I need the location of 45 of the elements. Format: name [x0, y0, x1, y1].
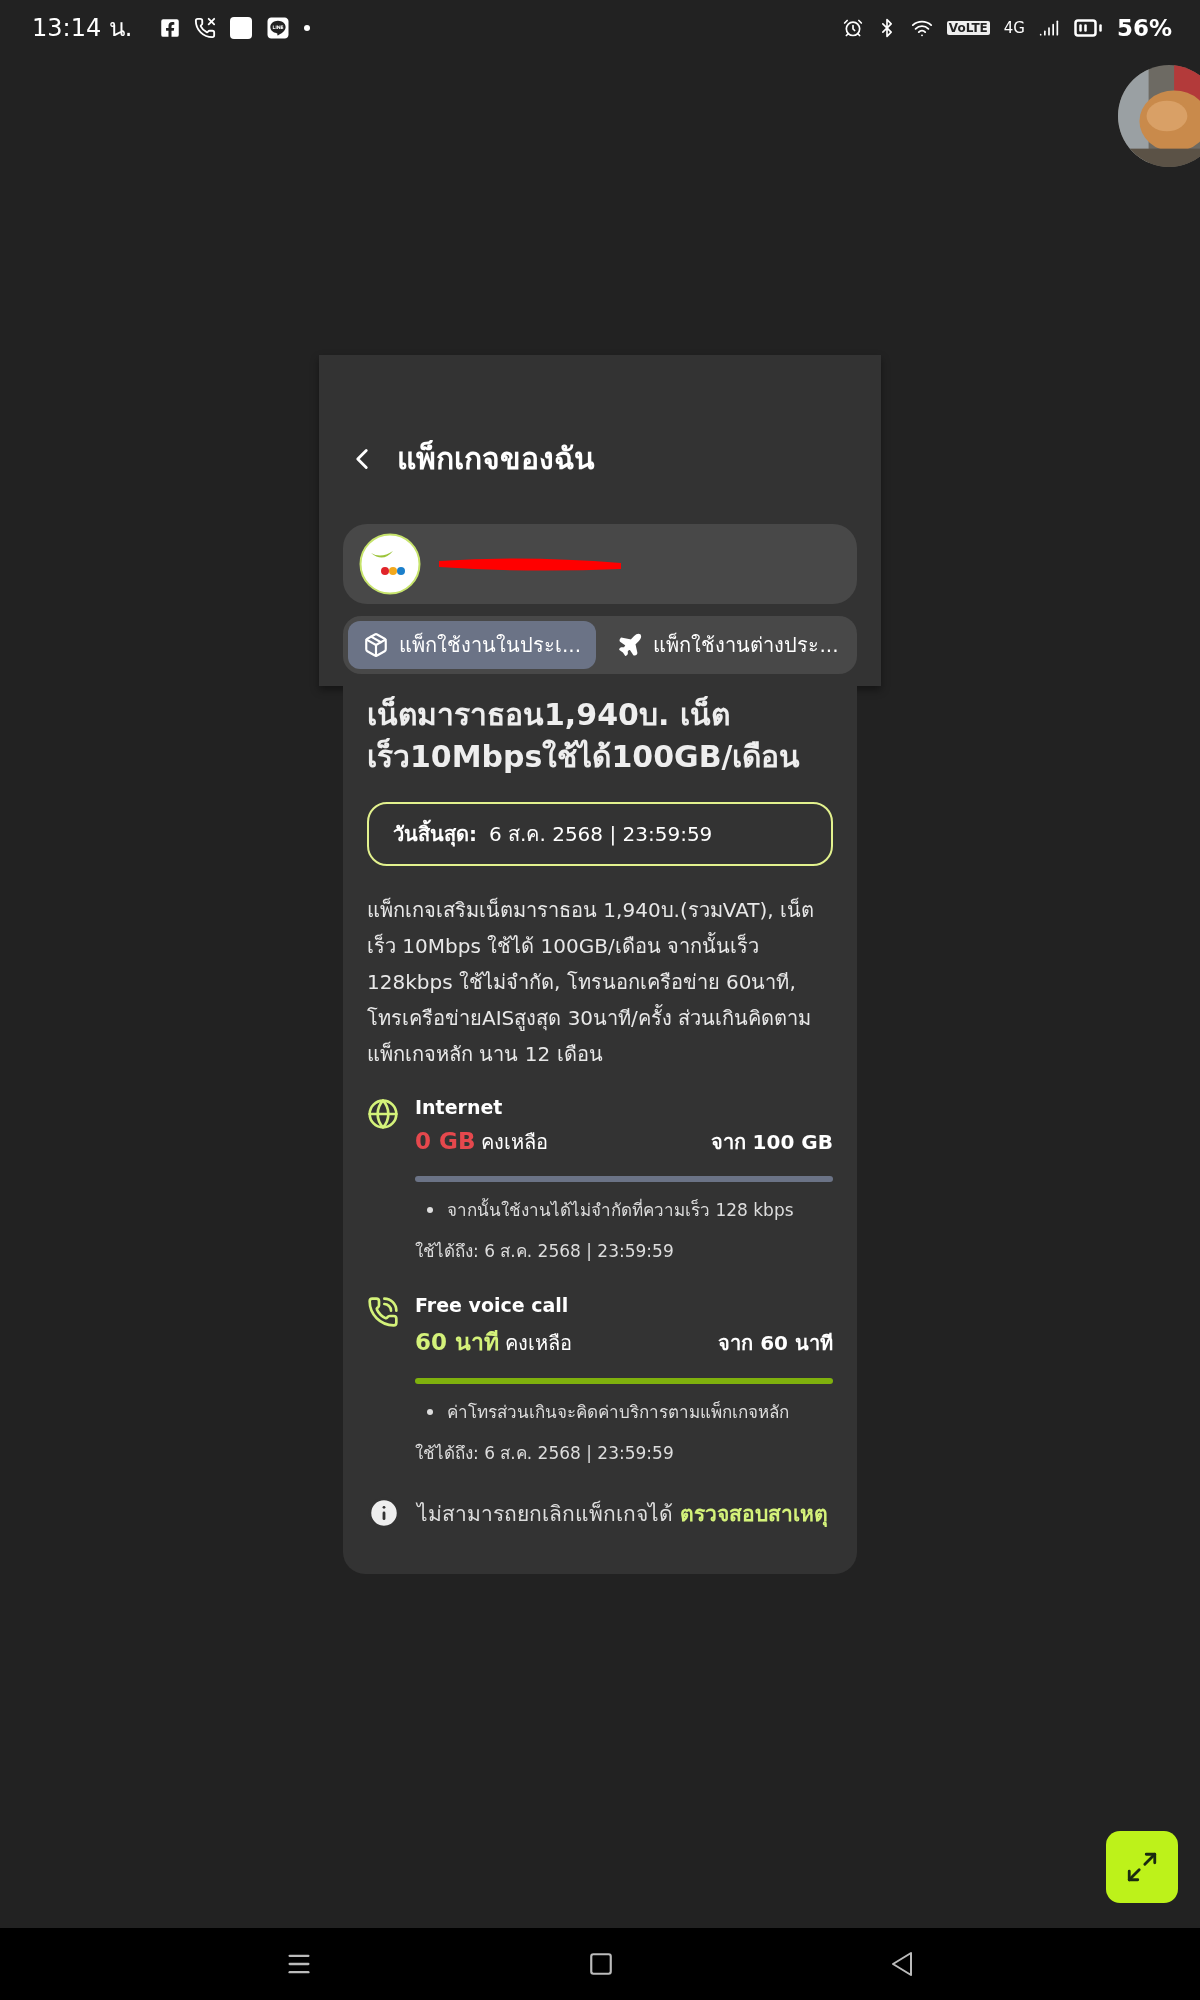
operator-logo — [359, 533, 421, 595]
remaining-label: คงเหลือ — [505, 1330, 572, 1357]
expiry-label: วันสิ้นสุด: — [393, 818, 477, 850]
quota-title: Free voice call — [415, 1294, 570, 1316]
phone-icon — [367, 1296, 399, 1328]
quota-remaining: 0 GB — [415, 1128, 476, 1154]
quota-total: จาก 100 GB — [710, 1129, 833, 1156]
bullet-icon — [427, 1206, 433, 1213]
facebook-icon — [160, 17, 181, 38]
battery-level: 56% — [1116, 14, 1172, 41]
back-nav-button[interactable] — [889, 1950, 915, 1978]
square-icon — [588, 1951, 614, 1977]
account-card[interactable] — [343, 524, 857, 604]
page-title: แพ็กเกจของฉัน — [397, 439, 595, 478]
expand-button[interactable] — [1106, 1831, 1178, 1903]
missed-call-icon — [194, 16, 217, 39]
clock-time: 13:14 น. — [32, 13, 133, 44]
plane-icon — [617, 632, 644, 658]
package-title: เน็ตมาราธอน1,940บ. เน็ต เร็ว10Mbpsใช้ได้100GB/เดือน — [367, 695, 802, 776]
quota-title: Internet — [415, 1096, 504, 1118]
package-tab[interactable]: แพ็กใช้งานในประเ... — [348, 621, 596, 669]
package-tab[interactable]: แพ็กใช้งานต่างประ... — [604, 621, 852, 669]
network-label: 4G — [1003, 18, 1025, 37]
valid-until: ใช้ได้ถึง: 6 ส.ค. 2568 | 23:59:59 — [415, 1240, 675, 1263]
quota-total: จาก 60 นาที — [718, 1330, 833, 1357]
remaining-label: คงเหลือ — [481, 1129, 549, 1156]
triangle-icon — [889, 1950, 915, 1978]
expand-icon — [1125, 1850, 1159, 1884]
valid-until: ใช้ได้ถึง: 6 ส.ค. 2568 | 23:59:59 — [415, 1442, 675, 1465]
box-icon — [362, 632, 389, 658]
app-icon — [230, 16, 253, 39]
notification-dot — [304, 24, 311, 31]
reason-link[interactable]: ตรวจสอบสาเหตุ — [679, 1501, 828, 1526]
expiry-date: 6 ส.ค. 2568 | 23:59:59 — [489, 821, 713, 848]
package-description: แพ็กเกจเสริมเน็ตมาราธอน 1,940บ.(รวมVAT), เน็ตเร็ว 10Mbps ใช้ได้ 100GB/เดือน จากนั้นเร็ว 128kbps ใช้ไม่จำกัด, โทรนอกเครือข่าย 60นาที, โทรเครือข่ายAISสูงสุด 30นาที/ครั้ง ส่วนเกินคิดตามแพ็กเกจหลัก นาน 12 เดือน — [367, 896, 816, 1068]
bullet-icon — [427, 1408, 433, 1415]
alarm-icon — [842, 17, 863, 38]
chat-icon — [266, 15, 291, 40]
globe-icon — [367, 1098, 399, 1130]
home-button[interactable] — [588, 1951, 614, 1977]
quota-remaining: 60 นาที — [415, 1328, 499, 1357]
quota-note: ค่าโทรส่วนเกินจะคิดค่าบริการตามแพ็กเกจหลัก — [447, 1400, 789, 1424]
notice-text: ไม่สามารถยกเลิกแพ็กเกจได้ ตรวจสอบสาเหตุ — [417, 1499, 828, 1529]
quota-note: จากนั้นใช้งานได้ไม่จำกัดที่ความเร็ว 128 kbps — [447, 1197, 794, 1222]
volte-label: VoLTE — [946, 20, 990, 35]
